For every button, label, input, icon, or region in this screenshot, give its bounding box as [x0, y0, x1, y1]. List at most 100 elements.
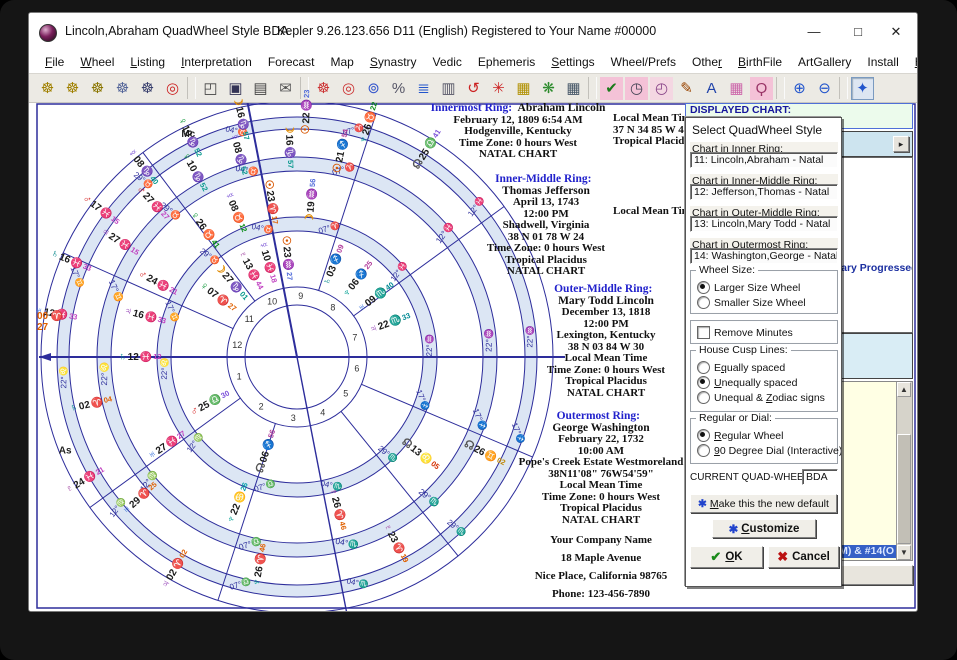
- dialog-title: Select QuadWheel Style: [692, 123, 822, 137]
- inner-middle-ring-select[interactable]: 12: Jefferson,Thomas - Natal: [690, 184, 838, 200]
- cd-copy-icon[interactable]: ⊚: [362, 77, 385, 100]
- regular-dial-option-1[interactable]: Regular Wheel: [697, 429, 783, 442]
- wheel-pointer-icon[interactable]: ☸: [111, 77, 134, 100]
- aspect-percent-icon[interactable]: %: [387, 77, 410, 100]
- current-quadwheel-row: CURRENT QUAD-WHEEL BDA: [690, 472, 838, 483]
- house-cusp-title: House Cusp Lines:: [696, 344, 791, 356]
- cancel-button[interactable]: ✖Cancel: [768, 546, 839, 568]
- house-cusp-option-1[interactable]: Equally spaced: [697, 361, 785, 374]
- menu-help[interactable]: Help: [907, 55, 918, 69]
- notes-icon[interactable]: ✎: [675, 77, 698, 100]
- scroll-up-button[interactable]: ▲: [897, 382, 911, 397]
- regular-dial-option-2[interactable]: 90 Degree Dial (Interactive): [697, 444, 842, 457]
- make-default-button[interactable]: ✱Make this the new default: [690, 494, 837, 513]
- svg-text:10: 10: [267, 296, 277, 306]
- svg-text:4: 4: [320, 407, 325, 417]
- menu-interpretation[interactable]: Interpretation: [173, 55, 260, 69]
- vedic-icon[interactable]: ❋: [537, 77, 560, 100]
- grid-pink-icon[interactable]: ▦: [725, 77, 748, 100]
- menu-birthfile[interactable]: BirthFile: [730, 55, 790, 69]
- check-icon[interactable]: ✔: [600, 77, 623, 100]
- minimize-button[interactable]: —: [799, 21, 829, 43]
- new-chart-icon[interactable]: ◰: [199, 77, 222, 100]
- wheel-size-option-2[interactable]: Smaller Size Wheel: [697, 296, 806, 309]
- radio-icon[interactable]: [697, 361, 710, 374]
- checkbox-icon[interactable]: [697, 326, 710, 339]
- grid-wheel-icon[interactable]: ▦: [512, 77, 535, 100]
- svg-text:6: 6: [354, 364, 359, 374]
- panel-expand-button[interactable]: ▸: [893, 136, 909, 152]
- wheel-size-option-1[interactable]: Larger Size Wheel: [697, 281, 800, 294]
- radio-icon[interactable]: [697, 444, 710, 457]
- wheel-shaded-icon[interactable]: ☸: [136, 77, 159, 100]
- rotate-red-icon[interactable]: ↺: [462, 77, 485, 100]
- aspect-lines-icon[interactable]: ✳: [487, 77, 510, 100]
- menu-bar: FileWheelListingInterpretationForecastMa…: [29, 51, 917, 73]
- house-cusp-option-3[interactable]: Unequal & Zodiac signs: [697, 391, 825, 404]
- remove-minutes-checkbox[interactable]: Remove Minutes: [697, 326, 793, 339]
- regular-dial-title: Regular or Dial:: [696, 412, 775, 424]
- toolbar-separator: [588, 77, 597, 99]
- menu-vedic[interactable]: Vedic: [425, 55, 470, 69]
- clock-icon[interactable]: ◷: [625, 77, 648, 100]
- desktop-background: Lincoln,Abraham QuadWheel Style BDA Kepl…: [0, 0, 957, 660]
- email-icon[interactable]: ✉: [274, 77, 297, 100]
- outer-middle-ring-select[interactable]: 13: Lincoln,Mary Todd - Natal: [690, 216, 838, 232]
- panel-scrollbar[interactable]: ▲ ▼: [896, 382, 912, 560]
- scroll-down-button[interactable]: ▼: [897, 545, 911, 560]
- radio-icon[interactable]: [697, 391, 710, 404]
- main-content: 12345678910111222°♌12°♍07°♎04°♏29°♏17°♐2…: [29, 103, 918, 612]
- red-wheel-icon[interactable]: ☸: [312, 77, 335, 100]
- scroll-thumb[interactable]: [897, 434, 911, 544]
- listing-icon[interactable]: ≣: [412, 77, 435, 100]
- menu-map[interactable]: Map: [323, 55, 362, 69]
- wheel-return-icon[interactable]: ☸: [86, 77, 109, 100]
- radio-icon[interactable]: [697, 429, 710, 442]
- copy-pages-icon[interactable]: ▥: [437, 77, 460, 100]
- single-wheel-icon[interactable]: ☸: [36, 77, 59, 100]
- calendar-icon[interactable]: ▦: [562, 77, 585, 100]
- search-chart-icon[interactable]: Ϙ: [750, 77, 773, 100]
- svg-text:3: 3: [291, 413, 296, 423]
- toolbar-separator: [187, 77, 196, 99]
- ring-info-inner-middle: Inner-Middle Ring: Thomas JeffersonApril…: [421, 174, 671, 278]
- menu-ephemeris[interactable]: Ephemeris: [470, 55, 543, 69]
- wheel-edit-icon[interactable]: ☸: [61, 77, 84, 100]
- radio-icon[interactable]: [697, 296, 710, 309]
- time-wheel-icon[interactable]: ◴: [650, 77, 673, 100]
- pointer-star-icon[interactable]: ✦: [851, 77, 874, 100]
- radio-icon[interactable]: [697, 376, 710, 389]
- radio-icon[interactable]: [697, 281, 710, 294]
- wheel-target-icon[interactable]: ◎: [161, 77, 184, 100]
- menu-file[interactable]: File: [37, 55, 72, 69]
- outermost-ring-select[interactable]: 14: Washington,George - Natal: [690, 248, 838, 264]
- menu-artgallery[interactable]: ArtGallery: [790, 55, 859, 69]
- app-icon: [39, 24, 57, 42]
- crosshair-wheel-icon[interactable]: ◎: [337, 77, 360, 100]
- house-cusp-option-2[interactable]: Unequally spaced: [697, 376, 797, 389]
- menu-install[interactable]: Install: [859, 55, 906, 69]
- zoom-out-icon[interactable]: ⊖: [813, 77, 836, 100]
- menu-other[interactable]: Other: [684, 55, 730, 69]
- menu-listing[interactable]: Listing: [122, 55, 173, 69]
- zoom-in-icon[interactable]: ⊕: [788, 77, 811, 100]
- inner-ring-select[interactable]: 11: Lincoln,Abraham - Natal: [690, 152, 838, 168]
- print-icon[interactable]: ▤: [249, 77, 272, 100]
- menu-wheelprefs[interactable]: Wheel/Prefs: [603, 55, 684, 69]
- toolbar: ☸☸☸☸☸◎◰▣▤✉☸◎⊚%≣▥↺✳▦❋▦✔◷◴✎A▦Ϙ⊕⊖✦: [29, 73, 917, 103]
- svg-text:11: 11: [245, 314, 254, 324]
- menu-wheel[interactable]: Wheel: [72, 55, 122, 69]
- svg-text:1: 1: [237, 371, 242, 381]
- menu-settings[interactable]: Settings: [543, 55, 602, 69]
- toolbar-separator: [776, 77, 785, 99]
- maximize-button[interactable]: □: [843, 21, 873, 43]
- current-quadwheel-value[interactable]: BDA: [802, 469, 838, 485]
- close-button[interactable]: ✕: [881, 21, 911, 43]
- report-icon[interactable]: A: [700, 77, 723, 100]
- ok-button[interactable]: ✔OK: [690, 546, 763, 568]
- customize-button[interactable]: ✱Customize: [712, 519, 816, 538]
- menu-forecast[interactable]: Forecast: [260, 55, 323, 69]
- svg-text:5: 5: [343, 389, 348, 399]
- side-note-2: Local Mean Time: [613, 206, 696, 218]
- menu-synastry[interactable]: Synastry: [362, 55, 425, 69]
